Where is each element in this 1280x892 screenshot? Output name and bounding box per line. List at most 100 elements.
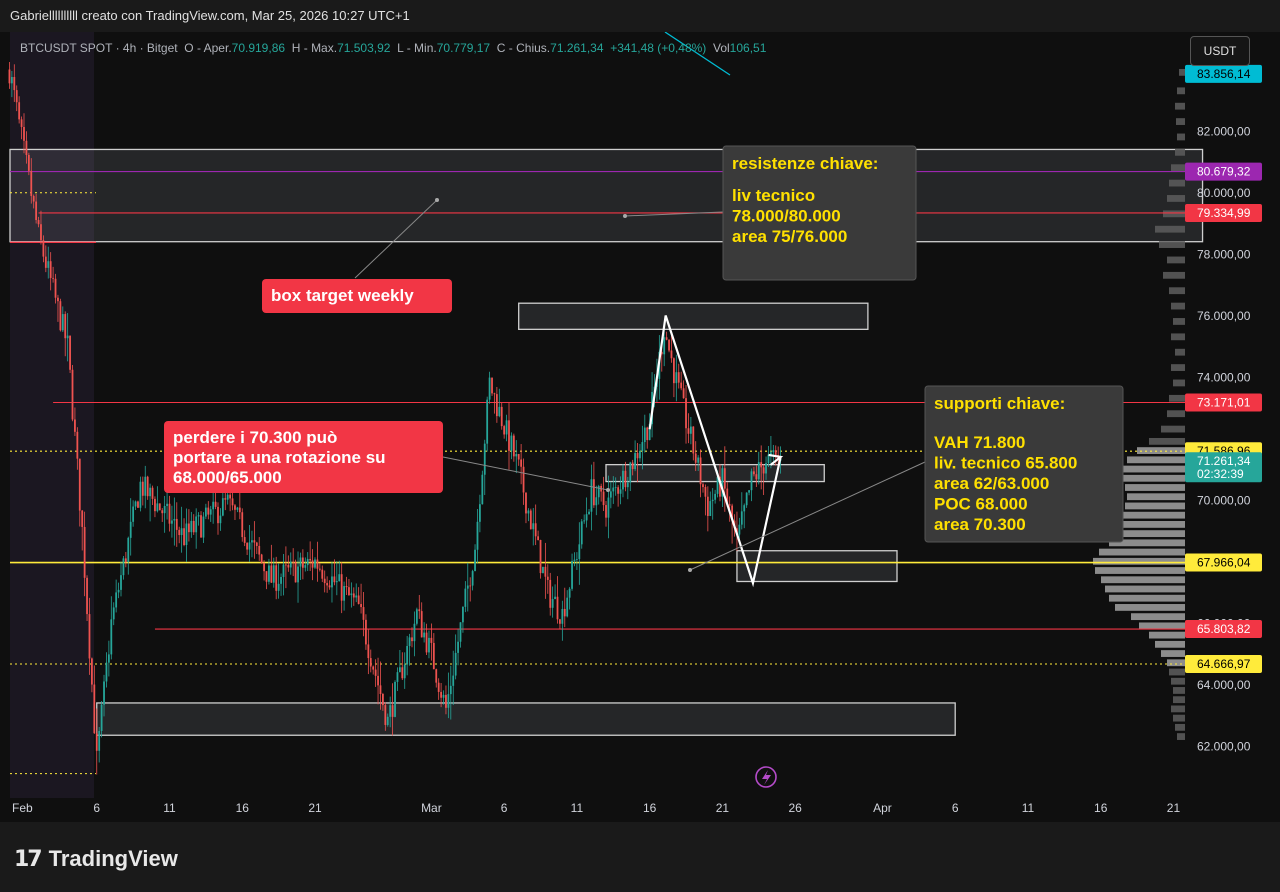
chart-area[interactable]: box target weekly perdere i 70.300 può por… xyxy=(0,32,1280,822)
volume-profile-bar xyxy=(1095,567,1185,574)
price-chart[interactable]: box target weekly perdere i 70.300 puòpor… xyxy=(0,32,1280,822)
candle-body xyxy=(124,558,127,563)
close-label: C - Chius. xyxy=(496,41,551,55)
candle-body xyxy=(200,515,202,538)
tradingview-logo[interactable]: 17 TradingView xyxy=(14,846,178,872)
candle-body xyxy=(687,428,690,434)
candle-body xyxy=(682,388,685,399)
candle-body xyxy=(61,314,64,331)
volume-profile-bar xyxy=(1155,640,1185,648)
volume-profile-bar xyxy=(1171,333,1185,341)
y-axis-tick-label: 80.000,00 xyxy=(1197,186,1251,200)
candle-body xyxy=(304,565,307,568)
candle-body xyxy=(54,278,57,298)
candle-body xyxy=(326,583,329,586)
candle-body xyxy=(668,339,670,351)
candle-body xyxy=(738,524,741,535)
candle-body xyxy=(355,595,358,598)
candle-body xyxy=(362,607,365,620)
candle-body xyxy=(328,585,331,588)
candle-body xyxy=(251,540,253,543)
x-axis-tick-label: 6 xyxy=(93,801,100,815)
lightning-icon-glyph xyxy=(762,770,771,785)
volume-profile-bar xyxy=(1175,148,1185,156)
candle-body xyxy=(238,507,241,513)
candle-body xyxy=(151,487,154,499)
zone-box[interactable] xyxy=(96,702,956,736)
candle-body xyxy=(275,565,278,591)
candle-body xyxy=(479,504,481,522)
candle-body xyxy=(37,220,40,225)
candle-body xyxy=(474,549,476,572)
volume-profile-bar xyxy=(1127,493,1185,501)
candle-body xyxy=(204,507,207,517)
zone-box[interactable] xyxy=(518,302,869,330)
candle-body xyxy=(398,667,401,673)
candle-body xyxy=(10,76,13,84)
annotation-box-rotation-text: portare a una rotazione su xyxy=(173,448,386,467)
zone-box[interactable] xyxy=(9,148,1204,243)
candle-body xyxy=(27,154,30,171)
x-axis-tick-label: 11 xyxy=(163,801,176,815)
candle-body xyxy=(673,358,675,384)
candle-body xyxy=(183,528,185,546)
annotation-box-supporti-line: VAH 71.800 xyxy=(934,433,1025,452)
candle-body xyxy=(609,491,612,498)
connector-dot xyxy=(688,568,692,572)
candle-body xyxy=(709,501,712,516)
annotation-box-rotation-text: perdere i 70.300 può xyxy=(173,428,337,447)
volume-profile-bar xyxy=(1163,271,1185,279)
candle-body xyxy=(495,394,498,417)
candle-body xyxy=(675,372,678,384)
volume-profile-bar xyxy=(1176,118,1185,125)
candle-body xyxy=(614,487,617,489)
annotation-box-target-weekly-text: box target weekly xyxy=(271,286,414,305)
candle-body xyxy=(214,501,217,507)
candle-body xyxy=(110,619,113,655)
candle-body xyxy=(117,589,120,593)
zone-box[interactable] xyxy=(736,550,898,583)
candle-body xyxy=(626,482,629,488)
candle-body xyxy=(154,498,156,512)
candle-body xyxy=(115,592,118,608)
candle-body xyxy=(527,510,530,514)
candle-body xyxy=(40,224,42,241)
low-value: 70.779,17 xyxy=(436,41,491,55)
currency-button[interactable]: USDT xyxy=(1190,36,1250,66)
candle-body xyxy=(753,471,755,475)
candle-body xyxy=(389,705,392,717)
candle-body xyxy=(428,637,430,653)
x-axis-tick-label: 6 xyxy=(952,801,959,815)
candle-body xyxy=(663,337,666,355)
candle-body xyxy=(391,705,394,717)
candle-body xyxy=(139,481,142,508)
candle-body xyxy=(493,393,496,395)
candle-body xyxy=(112,607,115,620)
candle-body xyxy=(248,542,251,550)
candle-body xyxy=(253,540,256,543)
symbol-label[interactable]: BTCUSDT SPOT · 4h · Bitget xyxy=(20,41,178,55)
candle-body xyxy=(202,516,205,538)
volume-profile-bar xyxy=(1169,394,1185,402)
volume-profile-bar xyxy=(1137,447,1185,454)
candle-body xyxy=(309,558,312,561)
candle-body xyxy=(81,510,84,527)
x-axis-tick-label: 11 xyxy=(1022,801,1035,815)
volume-profile-bar xyxy=(1123,511,1185,519)
candle-body xyxy=(549,579,552,608)
candle-body xyxy=(49,261,52,278)
candle-body xyxy=(445,694,447,708)
candle-body xyxy=(8,69,11,84)
candle-body xyxy=(301,557,304,568)
candle-body xyxy=(331,576,333,588)
annotation-box-supporti-line: area 62/63.000 xyxy=(934,474,1049,493)
candle-body xyxy=(260,554,263,564)
volume-profile-bar xyxy=(1177,133,1185,141)
volume-profile-bar xyxy=(1161,650,1185,657)
volume-profile-bar xyxy=(1167,410,1185,418)
candle-body xyxy=(515,454,518,457)
low-label: L - Min. xyxy=(397,41,437,55)
candle-body xyxy=(321,569,324,579)
candle-body xyxy=(185,523,188,546)
candle-body xyxy=(525,492,527,514)
